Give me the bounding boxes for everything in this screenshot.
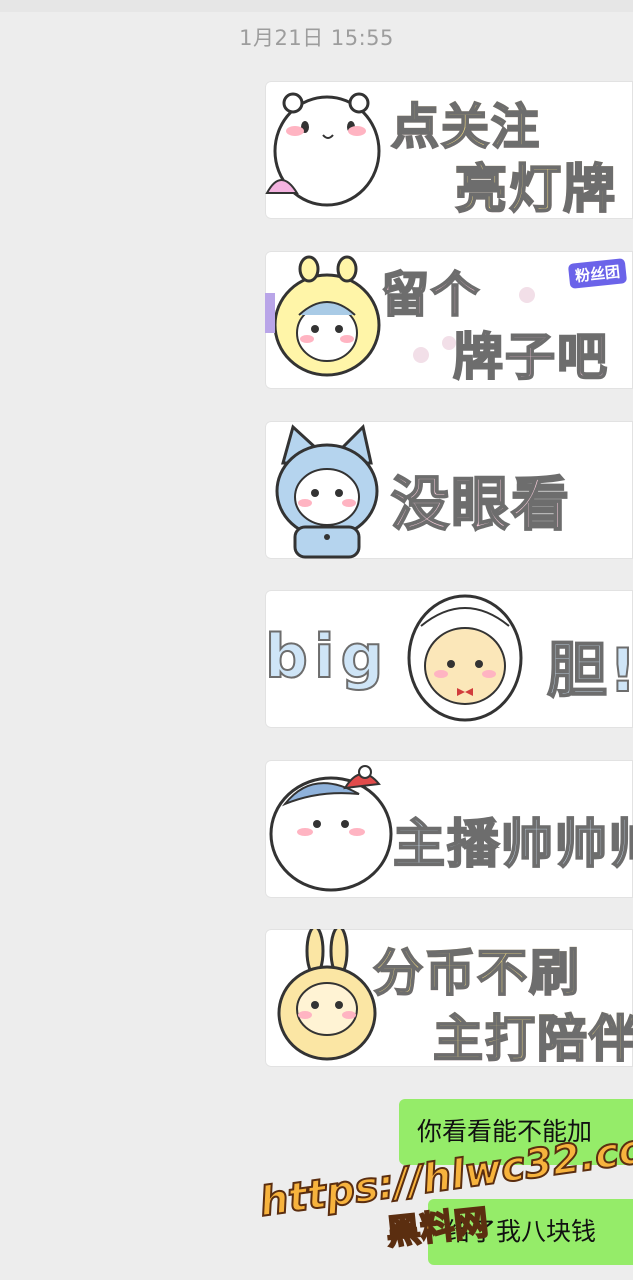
sticker-text-line2: 牌子吧 — [452, 327, 609, 387]
sticker-message-follow[interactable]: 点关注 亮灯牌 — [265, 81, 633, 219]
sticker-text-line1: 留个 — [380, 266, 482, 324]
sticker-message-badge[interactable]: 留个 牌子吧 粉丝团 — [265, 251, 633, 389]
sticker-message-no-tipping[interactable]: 分币不刷 主打陪伴 — [265, 929, 633, 1067]
sticker-message-handsome[interactable]: 主播帅帅帅 — [265, 760, 633, 898]
sticker-text-line2: 主打陪伴 — [432, 999, 633, 1067]
sticker-text-line1: big — [265, 621, 390, 693]
sticker-text-line1: 没眼看 — [390, 469, 572, 539]
message-timestamp: 1月21日 15:55 — [239, 26, 394, 50]
sticker-message-big-brave[interactable]: big 胆! — [265, 590, 633, 728]
sticker-text-line2: 胆! — [546, 635, 633, 707]
sticker-text-line1: 主播帅帅帅 — [392, 814, 633, 876]
sticker-text-line2: 亮灯牌 — [454, 147, 617, 219]
sticker-text-line1: 分币不刷 — [372, 933, 581, 1005]
top-divider — [0, 0, 633, 12]
sticker-message-facepalm[interactable]: 没眼看 — [265, 421, 633, 559]
